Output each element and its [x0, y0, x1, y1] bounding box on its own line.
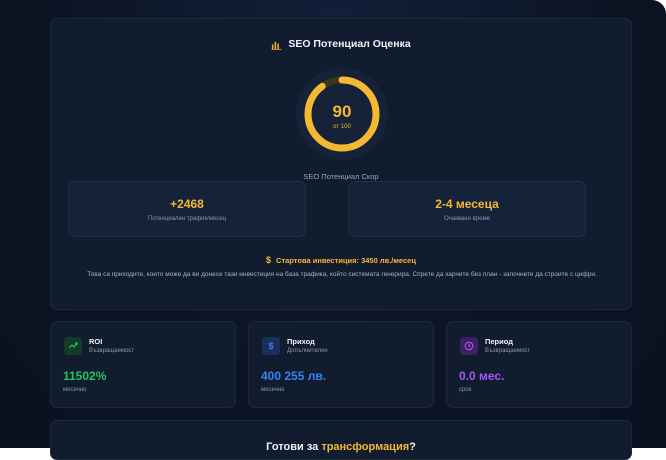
- metric-subtitle: Възвращаемост: [485, 348, 531, 354]
- metric-title: Приход: [287, 337, 315, 346]
- cta-title-suffix: ?: [409, 441, 416, 453]
- metric-value: 11502%: [63, 369, 107, 383]
- traffic-label: Потенциален трафик/месец: [147, 216, 227, 222]
- score-caption: SEO Потенциал Скор: [303, 172, 379, 181]
- metric-title: ROI: [89, 337, 103, 346]
- roi-metric-card: ROI Възвращаемост 11502% месечно: [50, 321, 236, 408]
- metric-note: месечно: [261, 387, 285, 393]
- metric-subtitle: Възвращаемост: [89, 348, 135, 354]
- metric-subtitle: Допълнителен: [287, 348, 328, 354]
- trending-up-icon: [64, 337, 82, 355]
- cta-title-accent: трансформация: [321, 441, 410, 453]
- card-title: SEO Потенциал Оценка: [51, 38, 631, 50]
- description-text: Това са приходите, които може да ви доне…: [87, 271, 597, 278]
- cta-card: Готови за трансформация?: [50, 420, 632, 460]
- clock-icon: [460, 337, 478, 355]
- traffic-stat-box: +2468 Потенциален трафик/месец: [68, 181, 306, 237]
- app-frame: SEO Потенциал Оценка 90 от 100 SEO Потен…: [0, 0, 666, 460]
- time-label: Очаквано време: [444, 216, 490, 222]
- period-metric-card: Период Възвращаемост 0.0 мес. срок: [446, 321, 632, 408]
- bar-chart-icon: [271, 41, 282, 50]
- metric-value: 0.0 мес.: [459, 369, 505, 383]
- metric-note: срок: [459, 387, 472, 393]
- time-value: 2-4 месеца: [435, 197, 499, 211]
- metric-note: месечно: [63, 387, 87, 393]
- cta-title: Готови за трансформация?: [51, 441, 631, 453]
- card-title-text: SEO Потенциал Оценка: [288, 38, 411, 50]
- revenue-metric-card: $ Приход Допълнителен 400 255 лв. месечн…: [248, 321, 434, 408]
- dollar-icon: $: [266, 255, 272, 265]
- metric-value: 400 255 лв.: [261, 369, 327, 383]
- investment-text: Стартова инвестиция: 3450 лв./месец: [276, 255, 416, 265]
- seo-assessment-card: SEO Потенциал Оценка 90 от 100 SEO Потен…: [50, 18, 632, 310]
- score-max-label: от 100: [333, 124, 351, 130]
- traffic-value: +2468: [170, 197, 204, 211]
- score-gauge: 90 от 100: [292, 64, 392, 164]
- cta-title-prefix: Готови за: [266, 441, 322, 453]
- time-stat-box: 2-4 месеца Очаквано време: [348, 181, 586, 237]
- dollar-icon: $: [262, 337, 280, 355]
- metric-title: Период: [485, 337, 513, 346]
- score-value: 90: [332, 102, 352, 121]
- investment-line: $ Стартова инвестиция: 3450 лв./месец: [51, 255, 631, 265]
